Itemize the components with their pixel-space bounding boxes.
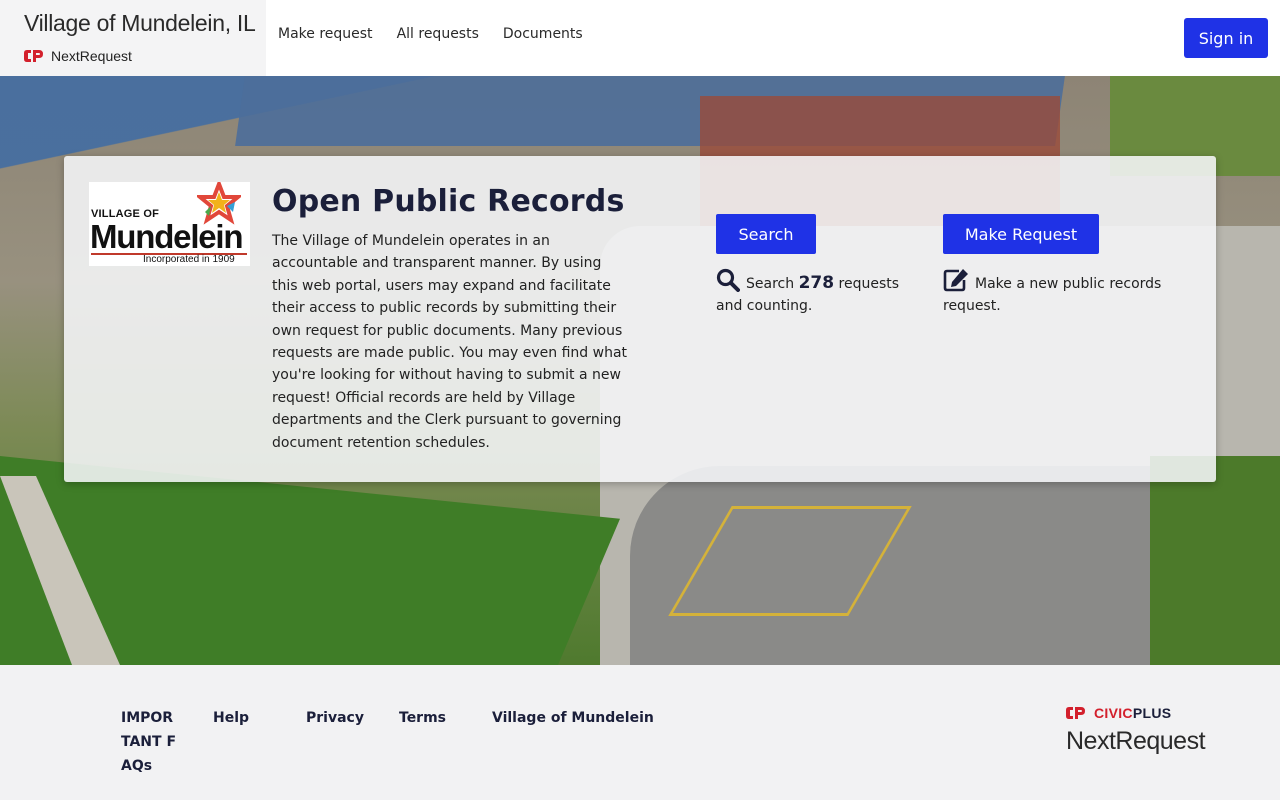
make-request-info: Make a new public records request.: [943, 268, 1173, 317]
search-info: Search 278 requests and counting.: [716, 268, 916, 317]
nextrequest-brand: NextRequest: [24, 48, 132, 64]
make-request-button[interactable]: Make Request: [943, 214, 1099, 254]
logo-name-text: Mundelein: [90, 218, 244, 255]
top-navbar: Village of Mundelein, IL NextRequest Mak…: [0, 0, 1280, 76]
make-request-text: Make a new public records request.: [943, 276, 1162, 314]
footer-privacy-link[interactable]: Privacy: [306, 706, 364, 730]
portal-description: The Village of Mundelein operates in an …: [272, 233, 628, 451]
request-count: 278: [798, 273, 835, 293]
search-icon: [716, 268, 740, 292]
nav-documents[interactable]: Documents: [503, 26, 583, 42]
site-title[interactable]: Village of Mundelein, IL: [24, 10, 256, 37]
logo-incorporated-text: Incorporated in 1909: [143, 254, 235, 265]
page-title: Open Public Records: [272, 184, 625, 219]
civicplus-text: CIVICPLUS: [1094, 705, 1172, 721]
footer-help-link[interactable]: Help: [213, 706, 249, 730]
main-nav: Make request All requests Documents: [278, 26, 583, 42]
nav-make-request[interactable]: Make request: [278, 26, 373, 42]
edit-icon: [943, 269, 968, 292]
sign-in-button[interactable]: Sign in: [1184, 18, 1268, 58]
brand-name: NextRequest: [51, 48, 132, 64]
footer-nextrequest-text: NextRequest: [1066, 727, 1206, 755]
footer-village-link[interactable]: Village of Mundelein: [492, 706, 654, 730]
hero-grass-right: [1150, 456, 1280, 665]
footer-important-faqs-link[interactable]: IMPORTANT FAQs: [121, 706, 181, 778]
search-text-prefix: Search: [746, 276, 795, 292]
civicplus-logo-icon: [1066, 707, 1085, 719]
footer: IMPORTANT FAQs Help Privacy Terms Villag…: [0, 665, 1280, 800]
search-button[interactable]: Search: [716, 214, 816, 254]
village-logo: VILLAGE OF Mundelein Incorporated in 190…: [89, 182, 250, 266]
nextrequest-logo-icon: [24, 50, 43, 62]
intro-card: VILLAGE OF Mundelein Incorporated in 190…: [64, 156, 1216, 482]
civicplus-logo: CIVICPLUS: [1066, 705, 1171, 721]
footer-terms-link[interactable]: Terms: [399, 706, 446, 730]
brand-block[interactable]: Village of Mundelein, IL NextRequest: [0, 0, 266, 76]
nav-all-requests[interactable]: All requests: [397, 26, 479, 42]
